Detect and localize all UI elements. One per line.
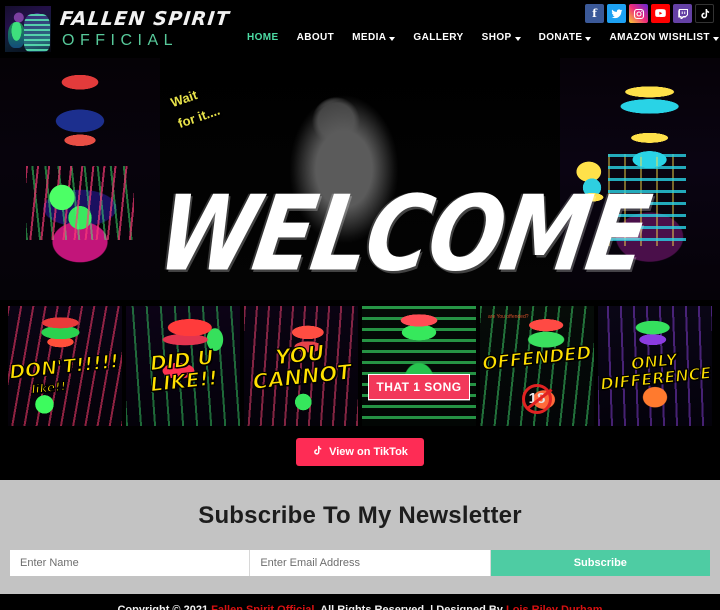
gallery-thumb-did-u-like[interactable]: DID U LIKE!! [126, 306, 240, 426]
nav-item-shop[interactable]: SHOP [473, 32, 530, 43]
page-root: FALLEN SPIRIT OFFICIAL HOME ABOUT MEDIA GAL… [0, 0, 720, 610]
hero-overlay-text: Wait for it.... [168, 58, 286, 135]
brand-text: FALLEN SPIRIT OFFICIAL [58, 7, 232, 49]
footer-link-site[interactable]: Fallen Spirit Official [211, 604, 314, 610]
site-header: FALLEN SPIRIT OFFICIAL HOME ABOUT MEDIA GAL… [0, 0, 720, 58]
name-input[interactable] [10, 550, 251, 576]
tiktok-icon[interactable] [695, 4, 714, 23]
subscribe-button[interactable]: Subscribe [490, 550, 710, 576]
thumb-banner: THAT 1 SONG [368, 374, 470, 400]
view-on-tiktok-button[interactable]: View on TikTok [296, 438, 424, 466]
newsletter-form: Subscribe [10, 550, 710, 576]
nav-item-label: AMAZON WISHLIST [609, 32, 710, 43]
gallery-thumb-offended[interactable]: are You offended? OFFENDED 18 [480, 306, 594, 426]
age-restriction-icon: 18 [522, 384, 552, 414]
newsletter-section: Subscribe To My Newsletter Subscribe [0, 480, 720, 594]
cta-section: View on TikTok [0, 430, 720, 480]
email-input[interactable] [250, 550, 491, 576]
nav-item-label: HOME [247, 32, 279, 43]
facebook-icon[interactable]: f [585, 4, 604, 23]
video-gallery: DON'T!!!!! like!! DID U LIKE!! YOU CANNOT TH… [0, 300, 720, 430]
gallery-thumb-you-cannot[interactable]: YOU CANNOT [244, 306, 358, 426]
brand-subtitle: OFFICIAL [62, 31, 179, 49]
nav-item-label: DONATE [538, 32, 583, 43]
gallery-thumb-that-1-song[interactable]: THAT 1 SONG [362, 306, 476, 426]
nav-item-about[interactable]: ABOUT [288, 32, 344, 43]
hero-banner: Wait for it.... WELCOME [0, 58, 720, 300]
chevron-down-icon [712, 36, 719, 41]
brand-title: FALLEN SPIRIT [58, 7, 232, 30]
copyright-prefix: Copyright © 2021 [117, 604, 212, 610]
thumb-note: are You offended? [488, 314, 529, 320]
newsletter-title: Subscribe To My Newsletter [198, 502, 522, 529]
nav-item-media[interactable]: MEDIA [343, 32, 404, 43]
brand-logo[interactable]: FALLEN SPIRIT OFFICIAL [4, 5, 232, 53]
youtube-icon[interactable] [651, 4, 670, 23]
instagram-icon[interactable] [629, 4, 648, 23]
gallery-thumb-only-difference[interactable]: ONLY DIFFERENCE [598, 306, 712, 426]
gallery-thumb-dont-like[interactable]: DON'T!!!!! like!! [8, 306, 122, 426]
footer-link-designer[interactable]: Lois Riley Durham [506, 604, 603, 610]
chevron-down-icon [585, 36, 592, 41]
nav-item-gallery[interactable]: GALLERY [404, 32, 472, 43]
copyright-middle: . All Rights Reserved. | Designed By [314, 604, 506, 610]
nav-item-label: GALLERY [413, 32, 464, 43]
nav-item-label: SHOP [481, 32, 512, 43]
social-links: f [585, 4, 714, 23]
nav-item-label: MEDIA [352, 32, 387, 43]
nav-item-label: ABOUT [296, 32, 335, 43]
twitch-icon[interactable] [673, 4, 692, 23]
logo-image-icon [4, 5, 52, 53]
main-navigation: HOME ABOUT MEDIA GALLERY SHOP DONATE AMAZON WI… [238, 32, 720, 43]
site-footer: Copyright © 2021 Fallen Spirit Official.… [0, 594, 720, 610]
thumb-caption-main: DID U LIKE!! [148, 344, 219, 397]
nav-item-amazon-wishlist[interactable]: AMAZON WISHLIST [600, 32, 720, 43]
chevron-down-icon [514, 36, 521, 41]
nav-item-home[interactable]: HOME [238, 32, 288, 43]
tiktok-note-icon [312, 445, 323, 459]
nav-item-donate[interactable]: DONATE [530, 32, 601, 43]
hero-headline: WELCOME [150, 172, 657, 295]
hero-figure-left [0, 58, 160, 300]
chevron-down-icon [389, 36, 396, 41]
thumb-artwork [362, 306, 476, 426]
twitter-icon[interactable] [607, 4, 626, 23]
view-on-tiktok-label: View on TikTok [329, 446, 408, 458]
